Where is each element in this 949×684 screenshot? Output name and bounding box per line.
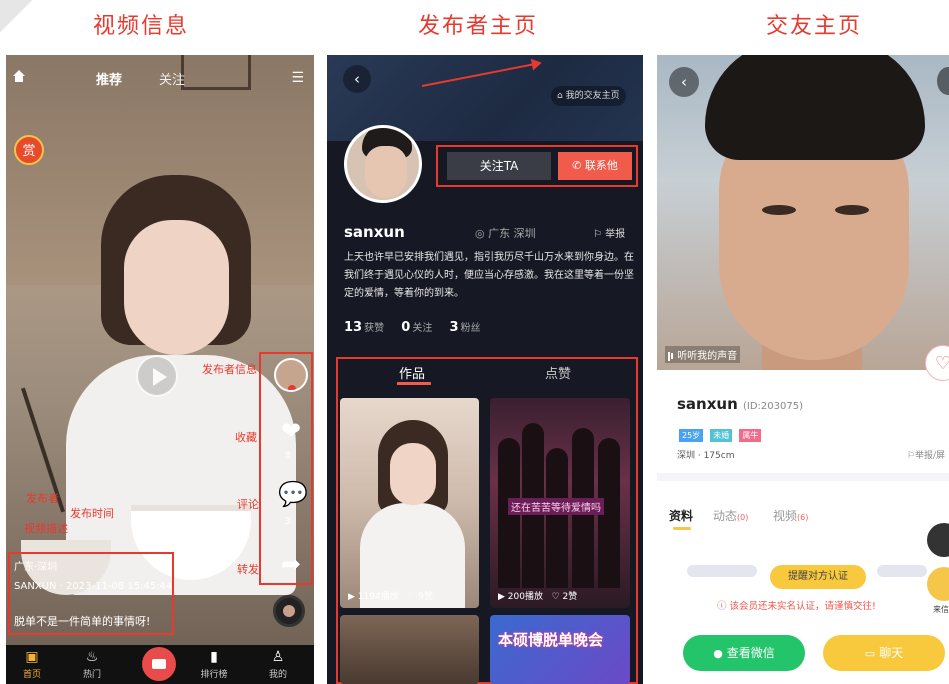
- letter-label: 来信: [933, 605, 949, 614]
- publisher-screen: ‹ ⌂ 我的交友主页 关注TA ✆ 联系他 sanxun ◎ 广东 深圳 ⚐ 举…: [327, 55, 643, 684]
- title-video-info: 视频信息: [93, 14, 190, 39]
- section-divider: [657, 473, 949, 481]
- chat-button[interactable]: ▭ 聊天: [823, 635, 945, 671]
- annotation-description: 视频描述: [24, 522, 68, 535]
- voice-intro[interactable]: 听听我的声音: [665, 346, 741, 363]
- follow-button[interactable]: 关注TA: [447, 152, 551, 180]
- publisher-location: ◎ 广东 深圳: [475, 227, 536, 240]
- record-button[interactable]: [142, 647, 176, 681]
- profile-badges: 25岁 未婚 属牛: [679, 423, 763, 442]
- video-description: 脱单不是一件简单的事情呀!: [14, 615, 151, 628]
- publisher-avatar[interactable]: [274, 358, 308, 392]
- flame-icon: ♨: [85, 649, 99, 665]
- sound-icon: [668, 351, 670, 361]
- filter-icon[interactable]: ☰: [291, 70, 304, 86]
- corner-watermark: [0, 0, 40, 40]
- tab-works[interactable]: 作品: [399, 363, 425, 382]
- nav-ranking[interactable]: ▮ 排行榜: [194, 649, 234, 680]
- comment-count: 3: [285, 517, 291, 527]
- annotation-share: 转发: [237, 563, 259, 576]
- chat-icon: ▭: [864, 647, 876, 660]
- video-publisher-time[interactable]: SANXUN · 2023-11-08 15:45:44: [14, 581, 172, 592]
- video-thumbnail-2[interactable]: 还在苦苦等待爱情吗 ▶ 200播放 ♡ 2赞: [490, 398, 630, 608]
- tab-recommend[interactable]: 推荐: [96, 69, 122, 88]
- user-icon: ♙: [271, 649, 285, 665]
- back-icon[interactable]: ‹: [669, 67, 699, 97]
- video-person-face: [124, 220, 229, 355]
- age-badge: 25岁: [679, 429, 704, 442]
- comment-icon[interactable]: 💬: [278, 480, 308, 508]
- letter-icon[interactable]: [927, 567, 949, 601]
- verification-warning: ⓘ 该会员还未实名认证，请谨慎交往!: [717, 601, 876, 612]
- home-nav-icon: ▣: [25, 649, 39, 665]
- report-block-link[interactable]: ⚐举报/屏: [907, 448, 945, 461]
- follow-plus-icon[interactable]: [288, 385, 296, 390]
- tab-profile[interactable]: 资料: [669, 507, 693, 524]
- video-location: 广东·深圳: [14, 562, 58, 573]
- dating-screen: ‹ 听听我的声音 ♡ sanxun (ID:203075) 25岁 未婚 属牛 …: [657, 55, 949, 684]
- report-link[interactable]: ⚐ 举报: [593, 225, 625, 240]
- nav-mine[interactable]: ♙ 我的: [258, 649, 298, 680]
- publisher-username: sanxun: [344, 223, 405, 241]
- tab-videos[interactable]: 视频(6): [773, 507, 808, 524]
- city-height: 深圳 · 175cm: [677, 451, 735, 461]
- gift-icon[interactable]: [927, 523, 949, 557]
- report-icon: ⚐: [593, 229, 606, 240]
- profile-photo[interactable]: [657, 55, 949, 370]
- blurred-info: [687, 565, 757, 577]
- like-heart-icon[interactable]: ♡: [925, 345, 949, 381]
- tab-moments[interactable]: 动态(0): [713, 507, 748, 524]
- thumb-caption: 还在苦苦等待爱情吗: [508, 498, 604, 515]
- annotation-favorite: 收藏: [235, 431, 257, 444]
- home-icon[interactable]: [12, 69, 26, 83]
- title-publisher-page: 发布者主页: [418, 14, 539, 39]
- heart-icon[interactable]: ❤: [278, 417, 304, 445]
- annotation-comment: 评论: [237, 498, 259, 511]
- share-icon[interactable]: ➦: [278, 550, 304, 578]
- bottom-nav: ▣ 首页 ♨ 热门 ▮ 排行榜 ♙ 我的: [6, 645, 314, 684]
- phone-icon: ✆: [572, 159, 585, 172]
- tab-indicator: [673, 527, 691, 530]
- dating-homepage-link[interactable]: ⌂ 我的交友主页: [551, 86, 626, 106]
- publisher-stats: 13 获赞 0 关注 3 粉丝: [344, 320, 481, 335]
- reward-icon[interactable]: 赏: [14, 135, 44, 165]
- contact-button[interactable]: ✆ 联系他: [558, 152, 632, 180]
- publisher-avatar-large[interactable]: [344, 125, 422, 203]
- annotation-publisher: 发布者: [26, 492, 59, 505]
- annotation-publish-time: 发布时间: [70, 507, 114, 520]
- view-wechat-button[interactable]: ● 查看微信: [683, 635, 805, 671]
- like-count: 8: [285, 451, 291, 461]
- tab-liked[interactable]: 点赞: [545, 363, 571, 382]
- thumb-meta: ▶ 1194播放 ♡ 9赞: [348, 592, 433, 602]
- marital-badge: 未婚: [710, 429, 733, 442]
- zodiac-badge: 属牛: [739, 429, 762, 442]
- play-icon[interactable]: [136, 355, 178, 397]
- video-screen: 推荐 关注 ☰ 赏 ❤ 8 💬 3 ➦ 发布者信息 收藏 评论 转发 发布者 发…: [6, 55, 314, 684]
- blurred-info: [877, 565, 927, 577]
- music-disc-icon[interactable]: [273, 595, 305, 627]
- nav-home[interactable]: ▣ 首页: [12, 649, 52, 680]
- video-thumbnail-1[interactable]: ▶ 1194播放 ♡ 9赞: [340, 398, 479, 608]
- annotation-publisher-info: 发布者信息: [202, 363, 257, 376]
- title-dating-page: 交友主页: [766, 14, 863, 39]
- video-thumbnail-4[interactable]: 本硕博脱单晚会: [490, 615, 630, 684]
- wechat-icon: ●: [713, 647, 723, 660]
- location-icon: ◎: [475, 227, 489, 240]
- nav-hot[interactable]: ♨ 热门: [72, 649, 112, 680]
- video-top-nav: 推荐 关注 ☰: [6, 63, 314, 91]
- report-icon: ⚐: [906, 451, 915, 461]
- tab-indicator: [397, 382, 431, 385]
- remind-verify-button[interactable]: 提醒对方认证: [770, 565, 866, 589]
- thumb-meta: ▶ 200播放 ♡ 2赞: [498, 592, 578, 602]
- back-icon[interactable]: ‹: [343, 65, 371, 93]
- dating-username: sanxun (ID:203075): [677, 395, 803, 413]
- ranking-icon: ▮: [210, 649, 218, 665]
- video-thumbnail-3[interactable]: [340, 615, 479, 684]
- publisher-bio: 上天也许早已安排我们遇见，指引我历尽千山万水来到你身边。在我们终于遇见心仪的人时…: [344, 252, 634, 299]
- thumb-caption: 本硕博脱单晚会: [498, 631, 604, 649]
- tab-following[interactable]: 关注: [159, 69, 185, 88]
